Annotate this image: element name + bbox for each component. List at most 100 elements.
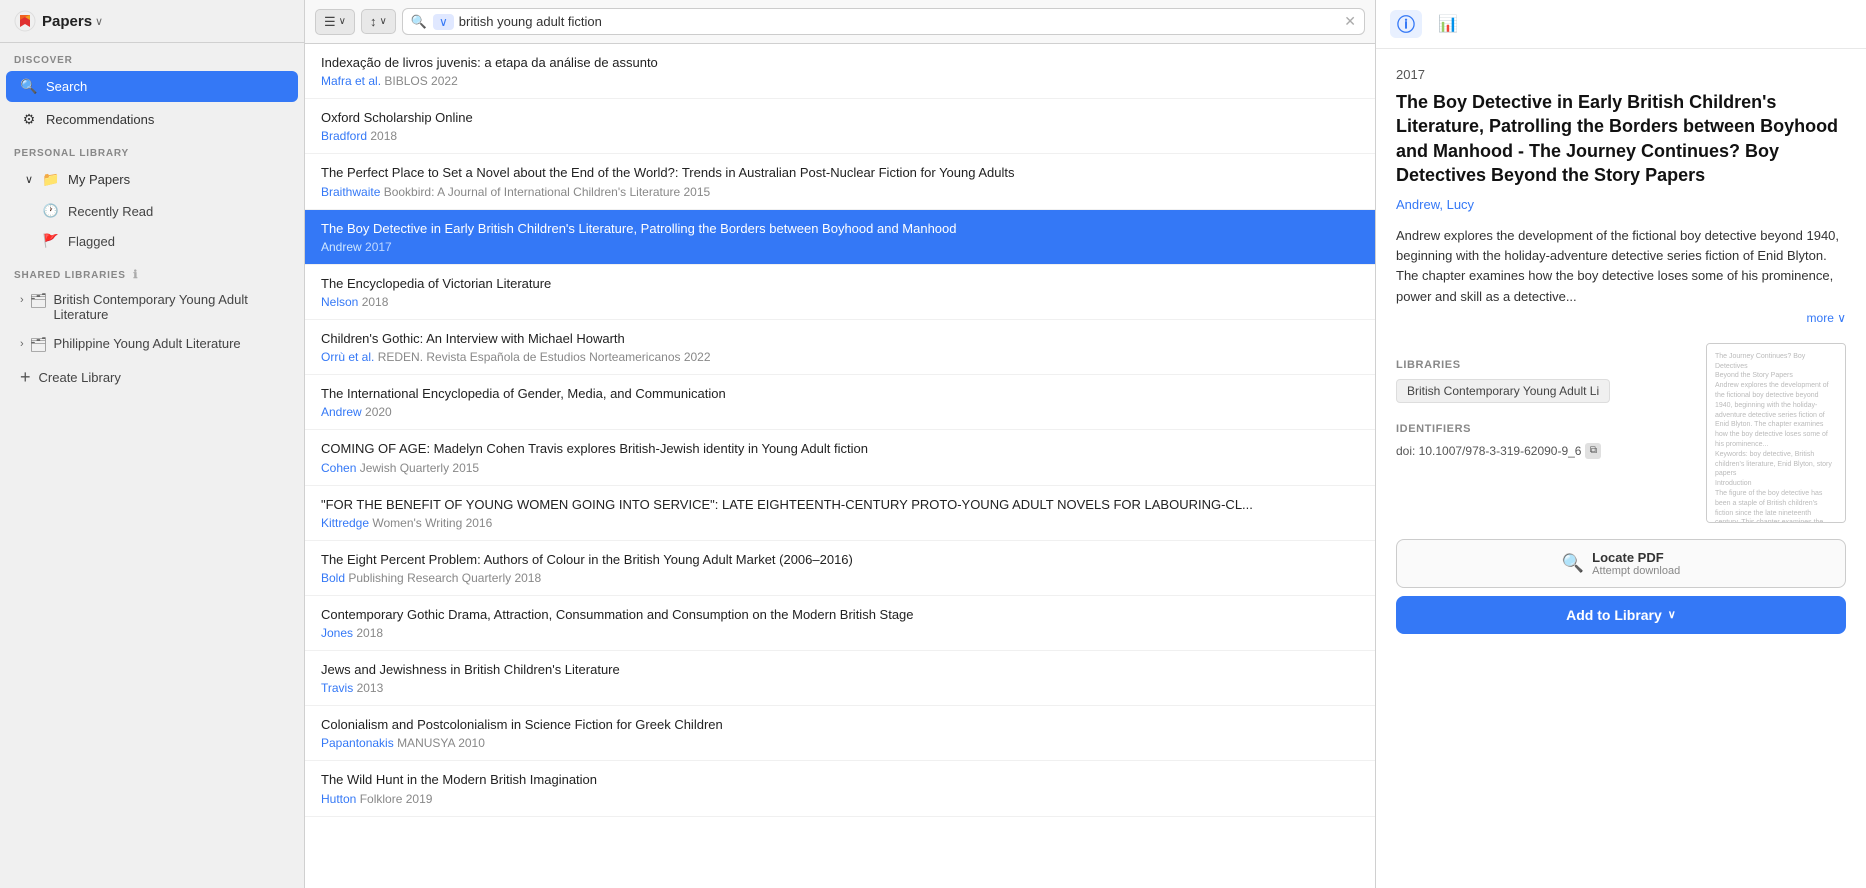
add-to-library-button[interactable]: Add to Library ∨ [1396,596,1846,634]
result-meta: Andrew 2020 [321,405,1359,419]
result-item[interactable]: The Boy Detective in Early British Child… [305,210,1375,265]
result-meta: Jones 2018 [321,626,1359,640]
detail-abstract: Andrew explores the development of the f… [1396,226,1846,307]
sidebar-item-create-library[interactable]: + Create Library [6,361,298,394]
result-author: Orrù et al. [321,350,378,364]
pdf-line: The figure of the boy detective has been… [1715,489,1837,522]
libraries-section-label: LIBRARIES [1396,359,1680,371]
result-item[interactable]: The Wild Hunt in the Modern British Imag… [305,761,1375,816]
info-icon: ⓘ [1397,11,1415,37]
sort-icon: ↕ [370,14,377,29]
result-title: The Eight Percent Problem: Authors of Co… [321,551,1359,569]
detail-top-bar: ⓘ 📊 [1376,0,1866,49]
chevron-right-british-icon: › [20,294,24,306]
search-input-wrapper: 🔍 ∨ ✕ [402,8,1365,35]
result-item[interactable]: "FOR THE BENEFIT OF YOUNG WOMEN GOING IN… [305,486,1375,541]
search-input[interactable] [459,14,1344,29]
result-meta: Orrù et al. REDEN. Revista Española de E… [321,350,1359,364]
chart-icon: 📊 [1438,14,1458,34]
sidebar-item-search[interactable]: 🔍 Search [6,71,298,102]
detail-more-link[interactable]: more ∨ [1396,311,1846,325]
result-item[interactable]: Contemporary Gothic Drama, Attraction, C… [305,596,1375,651]
app-title: Papers [42,13,92,30]
sidebar-item-philippine-lib[interactable]: › 🗂 Philippine Young Adult Literature [6,330,298,359]
sidebar-item-recently-read[interactable]: 🕐 Recently Read [6,197,298,225]
app-logo-icon [14,10,36,32]
result-title: Indexação de livros juvenis: a etapa da … [321,54,1359,72]
result-author: Andrew [321,240,365,254]
add-dropdown-icon: ∨ [1668,608,1676,621]
result-author: Braithwaite [321,185,384,199]
detail-content: 2017 The Boy Detective in Early British … [1376,49,1866,888]
results-list: Indexação de livros juvenis: a etapa da … [305,44,1375,888]
library-tag[interactable]: British Contemporary Young Adult Li [1396,379,1610,403]
detail-panel: ⓘ 📊 2017 The Boy Detective in Early Brit… [1376,0,1866,888]
result-item[interactable]: Oxford Scholarship Online Bradford 2018 [305,99,1375,154]
result-item[interactable]: Children's Gothic: An Interview with Mic… [305,320,1375,375]
locate-pdf-label: Locate PDF [1592,550,1680,565]
sidebar-item-recommendations[interactable]: ⚙ Recommendations [6,104,298,135]
identifier-copy-icon[interactable]: ⧉ [1585,443,1601,459]
search-clear-icon[interactable]: ✕ [1344,13,1356,30]
result-source: REDEN. Revista Española de Estudios Nort… [378,350,711,364]
pdf-line: The Journey Continues? Boy Detectives [1715,352,1837,372]
result-source: Publishing Research Quarterly 2018 [348,571,541,585]
sort-direction-icon: ∨ [379,16,386,27]
result-item[interactable]: The Perfect Place to Set a Novel about t… [305,154,1375,209]
result-title: The Perfect Place to Set a Novel about t… [321,164,1359,182]
sidebar-item-british-lib[interactable]: › 🗂 British Contemporary Young Adult Lit… [6,286,298,328]
result-item[interactable]: COMING OF AGE: Madelyn Cohen Travis expl… [305,430,1375,485]
shared-libraries-label: SHARED LIBRARIES ℹ [0,256,304,285]
result-title: Jews and Jewishness in British Children'… [321,661,1359,679]
result-meta: Hutton Folklore 2019 [321,792,1359,806]
sort-button[interactable]: ↕ ∨ [361,9,396,34]
result-item[interactable]: Indexação de livros juvenis: a etapa da … [305,44,1375,99]
pdf-preview-content: The Journey Continues? Boy DetectivesBey… [1707,344,1845,522]
result-author: Cohen [321,461,360,475]
result-title: The Wild Hunt in the Modern British Imag… [321,771,1359,789]
result-author: Jones [321,626,356,640]
result-meta: Cohen Jewish Quarterly 2015 [321,461,1359,475]
detail-info-tab[interactable]: ⓘ [1390,10,1422,38]
result-author: Nelson [321,295,362,309]
locate-pdf-button[interactable]: 🔍 Locate PDF Attempt download [1396,539,1846,588]
sidebar-item-flagged[interactable]: 🚩 Flagged [6,227,298,255]
result-source: 2013 [357,681,384,695]
locate-pdf-content: Locate PDF Attempt download [1592,550,1680,577]
chevron-right-philippine-icon: › [20,338,24,350]
search-filter-tag[interactable]: ∨ [433,14,454,30]
result-item[interactable]: Jews and Jewishness in British Children'… [305,651,1375,706]
result-item[interactable]: The Encyclopedia of Victorian Literature… [305,265,1375,320]
result-item[interactable]: The Eight Percent Problem: Authors of Co… [305,541,1375,596]
identifier-text: doi: 10.1007/978-3-319-62090-9_6 [1396,444,1581,458]
result-item[interactable]: The International Encyclopedia of Gender… [305,375,1375,430]
detail-chart-tab[interactable]: 📊 [1432,10,1464,38]
result-source: Folklore 2019 [360,792,433,806]
result-meta: Andrew 2017 [321,240,1359,254]
shared-folder-british-icon: 🗂 [30,292,48,309]
sidebar-item-my-papers[interactable]: ∨ 📁 My Papers [6,164,298,195]
result-author: Hutton [321,792,360,806]
sidebar-item-search-label: Search [46,79,87,94]
add-to-library-label: Add to Library [1566,607,1662,623]
result-meta: Papantonakis MANUSYA 2010 [321,736,1359,750]
result-title: Oxford Scholarship Online [321,109,1359,127]
result-meta: Kittredge Women's Writing 2016 [321,516,1359,530]
result-meta: Braithwaite Bookbird: A Journal of Inter… [321,185,1359,199]
sidebar-item-create-library-label: Create Library [39,370,121,385]
result-meta: Nelson 2018 [321,295,1359,309]
result-item[interactable]: Colonialism and Postcolonialism in Scien… [305,706,1375,761]
sidebar-item-recommendations-label: Recommendations [46,112,154,127]
list-view-button[interactable]: ☰ ∨ [315,9,355,35]
result-author: Bold [321,571,348,585]
result-meta: Bradford 2018 [321,129,1359,143]
result-title: The International Encyclopedia of Gender… [321,385,1359,403]
sidebar-item-my-papers-label: My Papers [68,172,130,187]
detail-title: The Boy Detective in Early British Child… [1396,90,1846,187]
result-meta: Mafra et al. BIBLOS 2022 [321,74,1359,88]
personal-library-label: PERSONAL LIBRARY [0,136,304,163]
app-chevron-icon[interactable]: ∨ [95,15,103,28]
detail-author[interactable]: Andrew, Lucy [1396,197,1846,212]
sidebar-item-recently-read-label: Recently Read [68,204,153,219]
result-source: Bookbird: A Journal of International Chi… [384,185,711,199]
